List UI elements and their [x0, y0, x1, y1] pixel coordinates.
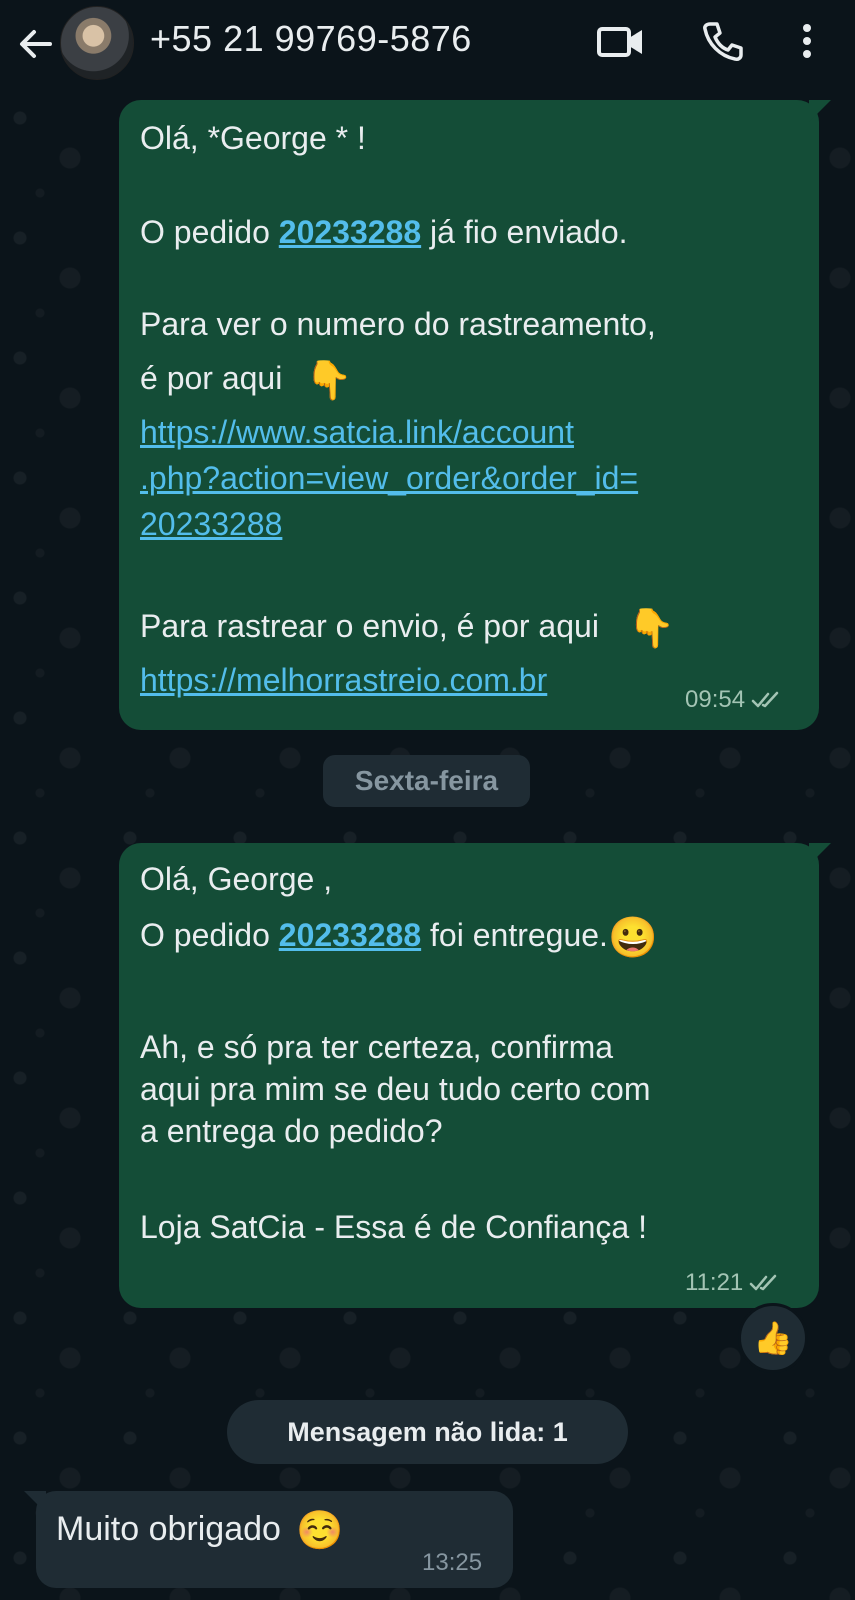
message-time: 13:25 [422, 1549, 483, 1576]
confirm-line-3: a entrega do pedido? [140, 1113, 443, 1149]
incoming-message-text-row: Muito obrigado ☺️ [56, 1509, 344, 1553]
grinning-emoji: 😀 [607, 915, 658, 960]
contact-avatar[interactable] [60, 6, 134, 80]
chat-header: +55 21 99769-5876 [0, 0, 855, 98]
store-signature: Loja SatCia - Essa é de Confiança ! [140, 1209, 647, 1245]
smiling-emoji: ☺️ [296, 1510, 344, 1552]
phone-icon[interactable] [700, 18, 746, 64]
outgoing-message-bubble[interactable]: Olá, George , O pedido 20233288 foi entr… [119, 843, 831, 1308]
outgoing-message-bubble[interactable]: Olá, *George * ! O pedido 20233288 já fi… [119, 100, 831, 730]
melhor-rastreio-link[interactable]: https://melhorrastreio.com.br [140, 658, 547, 702]
video-call-icon[interactable] [596, 20, 646, 64]
incoming-message-bubble[interactable]: Muito obrigado ☺️ 13:25 [24, 1491, 513, 1588]
order-prefix: O pedido [140, 917, 279, 953]
bubble-tail [24, 1491, 46, 1513]
confirm-line-1: Ah, e só pra ter certeza, confirma [140, 1029, 614, 1065]
tracking-text: é por aqui [140, 360, 283, 396]
tracking-link-line-1[interactable]: https://www.satcia.link/account [140, 410, 574, 454]
message-greeting: Olá, George , [140, 861, 333, 897]
double-check-icon [751, 691, 779, 708]
unread-divider: Mensagem não lida: 1 [227, 1400, 628, 1464]
confirm-line-2: aqui pra mim se deu tudo certo com [140, 1071, 651, 1107]
order-line: O pedido 20233288 foi entregue.😀 [140, 913, 658, 960]
order-prefix: O pedido [140, 214, 279, 250]
tracking-link-line-3[interactable]: 20233288 [140, 502, 282, 546]
message-meta: 11:21 [685, 1261, 783, 1305]
order-suffix: foi entregue. [421, 917, 608, 953]
tracking-text-line: Para ver o numero do rastreamento, [140, 306, 656, 342]
more-vert-icon[interactable] [795, 18, 819, 64]
incoming-message-text: Muito obrigado [56, 1509, 281, 1548]
order-number-link[interactable]: 20233288 [279, 214, 421, 250]
message-time: 09:54 [685, 686, 746, 713]
back-arrow-icon[interactable] [14, 22, 58, 66]
message-greeting: Olá, *George * ! [140, 120, 366, 156]
double-check-icon [750, 1274, 777, 1291]
message-meta: 09:54 [685, 678, 785, 722]
tracking-link-line-2[interactable]: .php?action=view_order&order_id= [140, 456, 638, 500]
tracking-text-line-2: é por aqui 👇 [140, 356, 353, 403]
message-meta: 13:25 [422, 1549, 482, 1577]
message-reaction[interactable]: 👍 [738, 1303, 808, 1373]
track-ship-line: Para rastrear o envio, é por aqui 👇 [140, 604, 675, 651]
date-divider: Sexta-feira [323, 755, 530, 807]
bubble-tail [809, 843, 831, 865]
thumbs-up-emoji: 👍 [753, 1320, 793, 1356]
message-time: 11:21 [685, 1269, 744, 1296]
order-line: O pedido 20233288 já fio enviado. [140, 210, 628, 254]
order-suffix: já fio enviado. [421, 214, 628, 250]
order-number-link[interactable]: 20233288 [279, 917, 421, 953]
track-ship-text: Para rastrear o envio, é por aqui [140, 608, 599, 644]
contact-name[interactable]: +55 21 99769-5876 [150, 18, 472, 60]
pointing-down-emoji: 👇 [627, 607, 676, 650]
bubble-tail [809, 100, 831, 122]
pointing-down-emoji: 👇 [305, 359, 353, 402]
